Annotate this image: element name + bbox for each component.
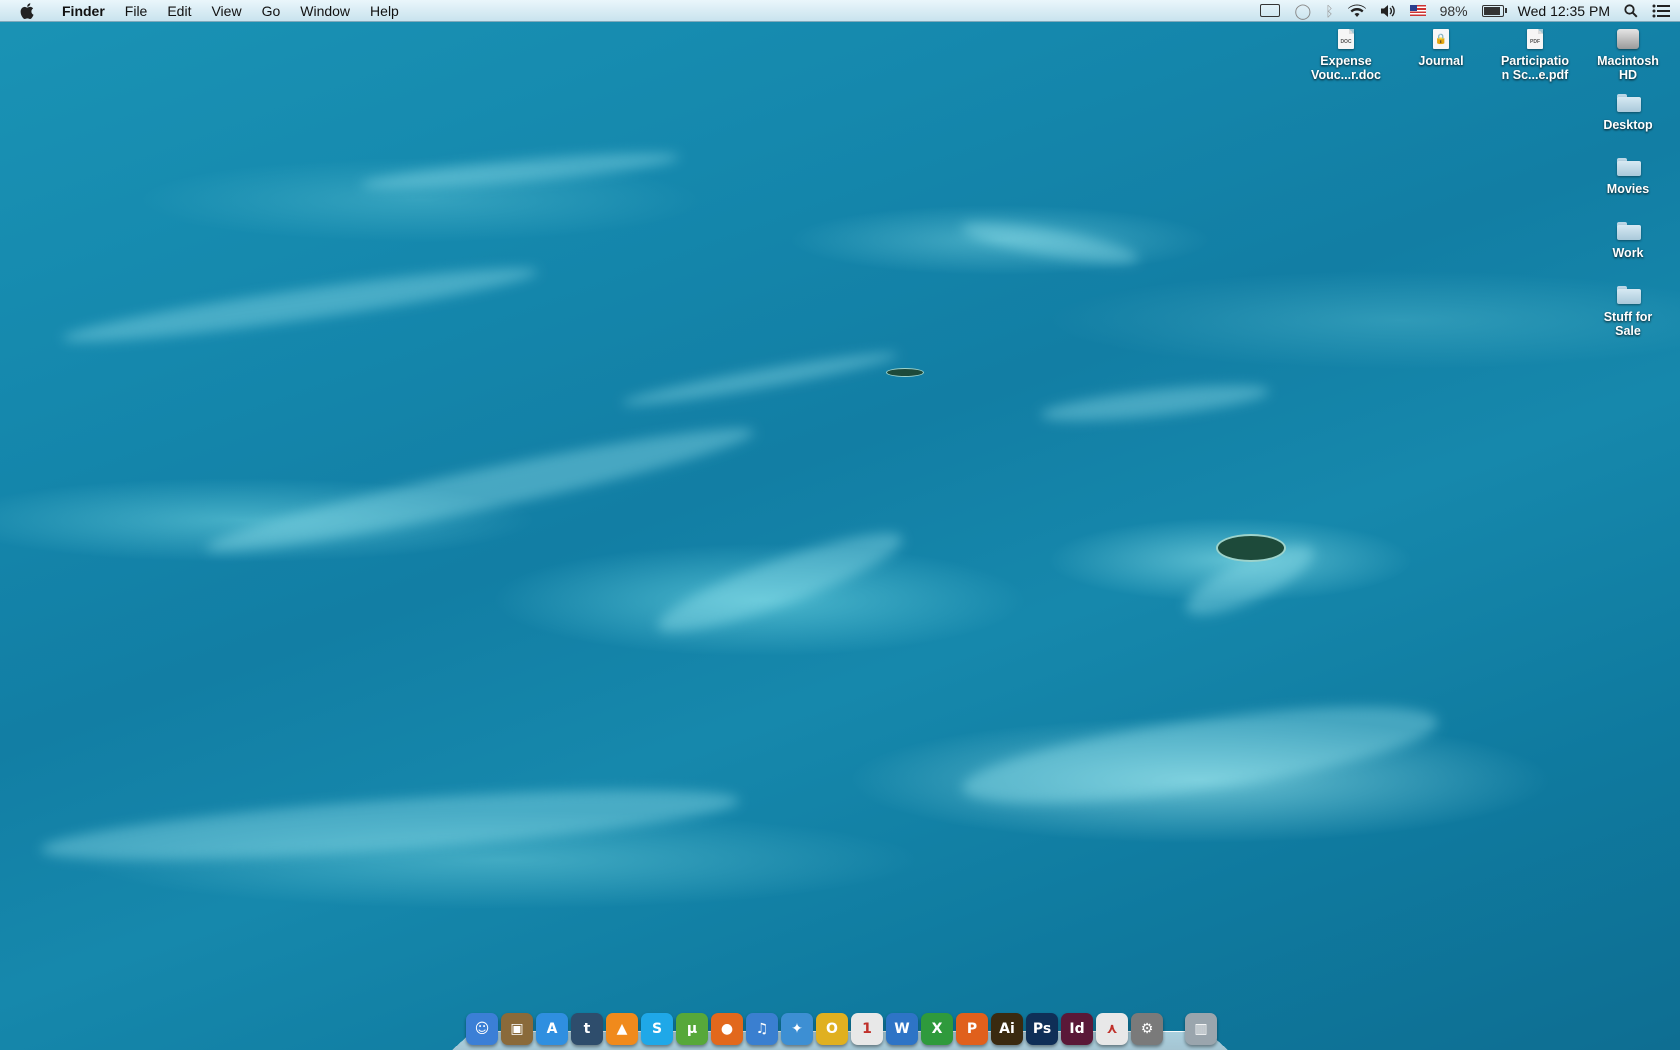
wallpaper-island <box>1216 534 1286 562</box>
ical-icon[interactable]: 1 <box>851 1013 883 1045</box>
firefox-icon[interactable]: ● <box>711 1013 743 1045</box>
wifi-icon[interactable] <box>1347 0 1366 22</box>
finder-icon[interactable]: ☺ <box>466 1013 498 1045</box>
utorrent-icon[interactable]: µ <box>676 1013 708 1045</box>
desktop-icon-stuff-for-sale-folder[interactable]: Stuff for Sale <box>1582 284 1674 338</box>
desktop-icon-label: Expense Vouc...r.doc <box>1311 54 1381 82</box>
apple-icon[interactable] <box>16 0 38 22</box>
dock: ☺ ▣ At ▲ Sµ ● ♫ ✦ O 1 W X P Ai Ps Id ⋏ ⚙ ▥ <box>452 1005 1228 1050</box>
wallpaper-streak <box>60 256 540 354</box>
spotlight-icon[interactable] <box>1624 0 1638 22</box>
excel-icon[interactable]: X <box>921 1013 953 1045</box>
doc-icon: DOC <box>1335 28 1357 50</box>
battery-icon[interactable] <box>1481 0 1507 22</box>
menu-go[interactable]: Go <box>252 0 291 22</box>
wallpaper-streak <box>201 412 759 568</box>
menu-help[interactable]: Help <box>360 0 409 22</box>
illustrator-icon[interactable]: Ai <box>991 1013 1023 1045</box>
desktop-icon-label: Journal <box>1418 54 1464 68</box>
clock[interactable]: Wed 12:35 PM <box>1518 0 1610 22</box>
volume-icon[interactable] <box>1380 0 1396 22</box>
folder-icon <box>1617 220 1641 242</box>
desktop-icon-macintosh-hd[interactable]: Macintosh HD <box>1582 28 1674 82</box>
word-icon[interactable]: W <box>886 1013 918 1045</box>
desktop-icon-label: Desktop <box>1603 118 1653 132</box>
display-mirroring-icon[interactable] <box>1260 0 1281 22</box>
desktop-icon-participation-pdf[interactable]: PDF Participatio n Sc...e.pdf <box>1489 28 1581 82</box>
desktop-icon-work-folder[interactable]: Work <box>1582 220 1674 260</box>
desktop-icon-movies-folder[interactable]: Movies <box>1582 156 1674 196</box>
hard-drive-icon <box>1617 28 1639 50</box>
opera-icon[interactable]: O <box>816 1013 848 1045</box>
photoshop-icon[interactable]: Ps <box>1026 1013 1058 1045</box>
pdf-icon: PDF <box>1524 28 1546 50</box>
menu-edit[interactable]: Edit <box>157 0 201 22</box>
skype-icon[interactable]: S <box>641 1013 673 1045</box>
desktop-icon-desktop-folder[interactable]: Desktop <box>1582 92 1674 132</box>
acrobat-icon[interactable]: ⋏ <box>1096 1013 1128 1045</box>
desktop-icon-label: Work <box>1612 246 1644 260</box>
chat-status-icon[interactable]: ◯ <box>1294 0 1311 22</box>
wallpaper-streak <box>959 214 1141 272</box>
safari-icon[interactable]: ✦ <box>781 1013 813 1045</box>
menu-app-name[interactable]: Finder <box>52 0 115 22</box>
itunes-icon[interactable]: ♫ <box>746 1013 778 1045</box>
wallpaper-streak <box>620 345 900 413</box>
desktop[interactable]: Finder File Edit View Go Window Help ◯ ᛒ… <box>0 0 1680 1050</box>
powerpoint-icon[interactable]: P <box>956 1013 988 1045</box>
wallpaper-streak <box>1039 378 1271 428</box>
notification-list-icon[interactable] <box>1652 0 1670 22</box>
folder-icon <box>1617 284 1641 306</box>
vlc-icon[interactable]: ▲ <box>606 1013 638 1045</box>
menu-file[interactable]: File <box>115 0 158 22</box>
menu-window[interactable]: Window <box>290 0 360 22</box>
trash-icon[interactable]: ▥ <box>1185 1013 1217 1045</box>
desktop-icon-expense-doc[interactable]: DOC Expense Vouc...r.doc <box>1300 28 1392 82</box>
desktop-icon-label: Macintosh HD <box>1597 54 1659 82</box>
battery-percent[interactable]: 98% <box>1440 0 1468 22</box>
menu-bar: Finder File Edit View Go Window Help ◯ ᛒ… <box>0 0 1680 22</box>
indesign-icon[interactable]: Id <box>1061 1013 1093 1045</box>
wallpaper-streak <box>39 775 741 875</box>
input-flag-icon[interactable] <box>1409 0 1426 22</box>
wallpaper-streak <box>359 146 681 196</box>
dock-apps: ☺ ▣ At ▲ Sµ ● ♫ ✦ O 1 W X P Ai Ps Id ⋏ ⚙ ▥ <box>466 1005 1228 1045</box>
folder-icon <box>1617 92 1641 114</box>
tumblr-icon[interactable]: t <box>571 1013 603 1045</box>
bluetooth-icon[interactable]: ᛒ <box>1325 0 1333 22</box>
desktop-icon-label: Stuff for Sale <box>1603 310 1653 338</box>
locked-doc-icon: 🔒 <box>1430 28 1452 50</box>
wallpaper-streak <box>957 686 1443 824</box>
battery-level <box>1483 6 1501 15</box>
system-preferences-icon[interactable]: ⚙ <box>1131 1013 1163 1045</box>
folder-icon <box>1617 156 1641 178</box>
app-store-icon[interactable]: A <box>536 1013 568 1045</box>
desktop-icon-journal[interactable]: 🔒 Journal <box>1395 28 1487 68</box>
desktop-icon-label: Participatio n Sc...e.pdf <box>1500 54 1570 82</box>
wallpaper-island <box>886 368 924 377</box>
iphoto-icon[interactable]: ▣ <box>501 1013 533 1045</box>
wallpaper-streak <box>650 516 910 649</box>
menu-view[interactable]: View <box>201 0 251 22</box>
desktop-icon-label: Movies <box>1606 182 1650 196</box>
